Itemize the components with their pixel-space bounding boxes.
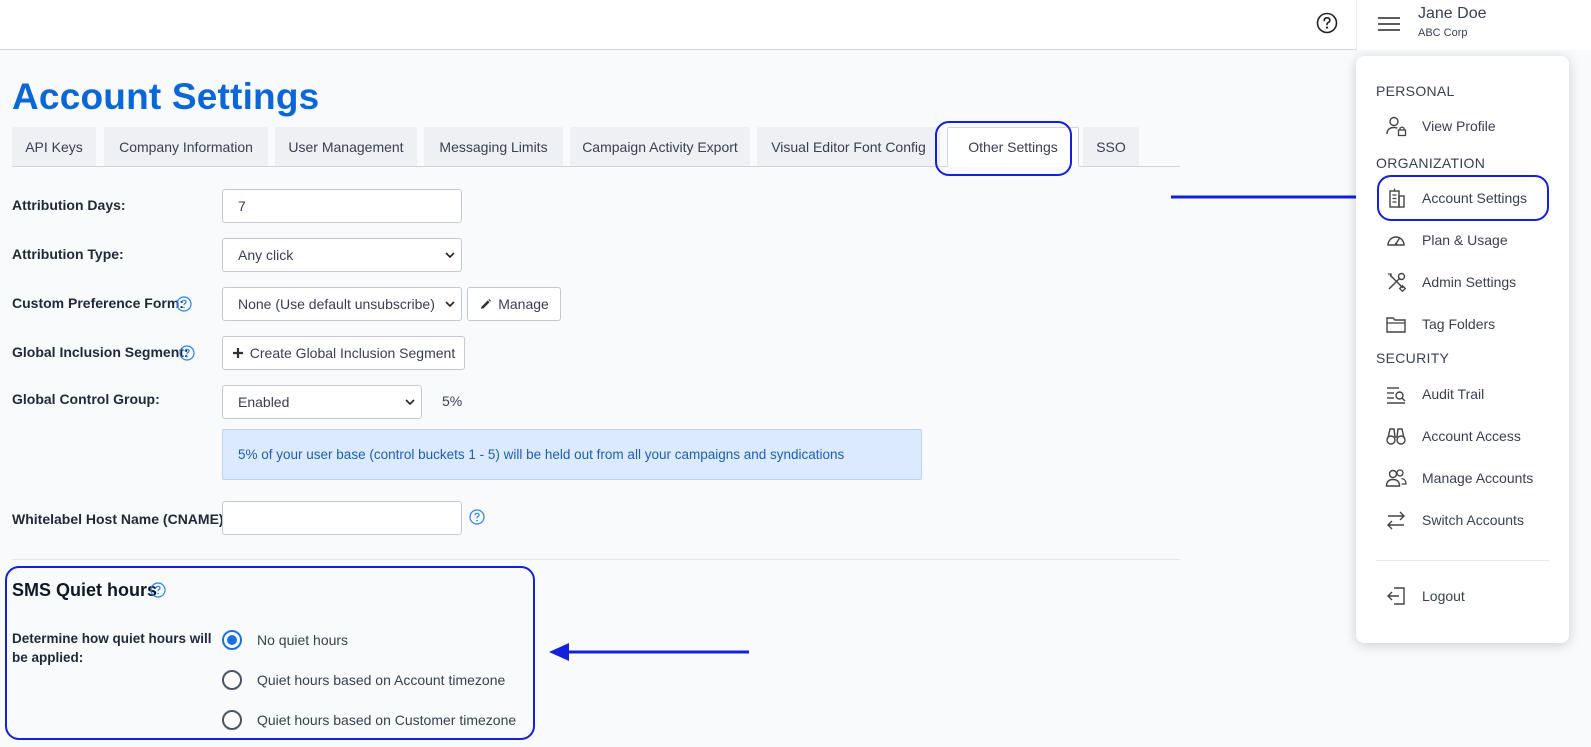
attribution-days-label: Attribution Days: bbox=[12, 197, 126, 213]
menu-item-label: Logout bbox=[1422, 588, 1465, 604]
attribution-type-select[interactable]: Any click bbox=[222, 238, 462, 272]
settings-tabs: API Keys Company Information User Manage… bbox=[12, 127, 1180, 167]
menu-item-label: Account Settings bbox=[1422, 190, 1528, 206]
global-control-group-label: Global Control Group: bbox=[12, 391, 160, 407]
binoculars-icon bbox=[1386, 428, 1406, 445]
page-title: Account Settings bbox=[12, 76, 320, 117]
menu-item-view-profile[interactable]: View Profile bbox=[1376, 110, 1551, 142]
tab-campaign-activity-export[interactable]: Campaign Activity Export bbox=[570, 127, 750, 166]
radio-unselected-icon bbox=[222, 710, 242, 730]
menu-item-logout[interactable]: Logout bbox=[1376, 580, 1551, 612]
top-bar: Jane Doe ABC Corp bbox=[0, 0, 1591, 50]
radio-label: Quiet hours based on Account timezone bbox=[257, 672, 506, 688]
menu-item-label: Plan & Usage bbox=[1422, 232, 1508, 248]
control-group-info-alert: 5% of your user base (control buckets 1 … bbox=[222, 429, 922, 480]
chevron-down-icon bbox=[405, 399, 415, 406]
menu-item-admin-settings[interactable]: Admin Settings bbox=[1376, 266, 1551, 298]
global-control-group-value: Enabled bbox=[238, 394, 290, 410]
info-icon[interactable] bbox=[469, 509, 485, 525]
global-control-group-select[interactable]: Enabled bbox=[222, 385, 422, 419]
custom-preference-form-value: None (Use default unsubscribe) bbox=[238, 296, 435, 312]
whitelabel-host-name-label: Whitelabel Host Name (CNAME): bbox=[12, 511, 229, 527]
tab-visual-editor-font-config[interactable]: Visual Editor Font Config bbox=[757, 127, 940, 166]
menu-item-tag-folders[interactable]: Tag Folders bbox=[1376, 308, 1551, 340]
menu-item-label: Admin Settings bbox=[1422, 274, 1517, 290]
info-icon[interactable] bbox=[179, 345, 195, 361]
gauge-icon bbox=[1387, 236, 1405, 246]
list-search-icon bbox=[1387, 387, 1406, 404]
info-icon[interactable] bbox=[176, 296, 192, 312]
menu-item-manage-accounts[interactable]: Manage Accounts bbox=[1376, 462, 1551, 494]
chevron-down-icon bbox=[445, 301, 455, 308]
menu-item-switch-accounts[interactable]: Switch Accounts bbox=[1376, 504, 1551, 536]
folder-icon bbox=[1386, 317, 1406, 333]
whitelabel-host-name-input[interactable] bbox=[222, 501, 462, 535]
tab-other-settings[interactable]: Other Settings bbox=[947, 127, 1079, 167]
menu-item-label: Account Access bbox=[1422, 428, 1521, 444]
attribution-type-label: Attribution Type: bbox=[12, 246, 124, 262]
attribution-type-value: Any click bbox=[238, 247, 294, 263]
tab-api-keys[interactable]: API Keys bbox=[12, 127, 96, 166]
plus-icon bbox=[232, 348, 243, 358]
menu-item-label: Manage Accounts bbox=[1422, 470, 1534, 486]
custom-preference-form-select[interactable]: None (Use default unsubscribe) bbox=[222, 287, 462, 321]
user-dropdown-menu: PERSONAL View Profile ORGANIZATION Accou… bbox=[1356, 56, 1569, 643]
menu-item-label: Switch Accounts bbox=[1422, 512, 1524, 528]
menu-item-label: View Profile bbox=[1422, 118, 1496, 134]
user-lock-icon bbox=[1386, 116, 1407, 137]
menu-item-account-settings[interactable]: Account Settings bbox=[1376, 182, 1551, 214]
create-segment-button-label: Create Global Inclusion Segment bbox=[249, 345, 456, 361]
radio-unselected-icon bbox=[222, 670, 242, 690]
help-icon[interactable] bbox=[1316, 12, 1338, 34]
tab-messaging-limits[interactable]: Messaging Limits bbox=[424, 127, 563, 166]
swap-arrows-icon bbox=[1387, 511, 1405, 530]
user-menu-toggle[interactable]: Jane Doe ABC Corp bbox=[1356, 0, 1591, 50]
users-icon bbox=[1385, 469, 1407, 487]
tab-company-information[interactable]: Company Information bbox=[104, 127, 268, 166]
radio-selected-icon bbox=[222, 630, 242, 650]
building-icon bbox=[1389, 188, 1405, 208]
menu-item-label: Audit Trail bbox=[1422, 386, 1485, 402]
radio-label: No quiet hours bbox=[257, 632, 349, 648]
menu-item-account-access[interactable]: Account Access bbox=[1376, 420, 1551, 452]
tab-sso[interactable]: SSO bbox=[1083, 127, 1139, 166]
right-arrow-annotation bbox=[1171, 188, 1376, 206]
control-group-percent: 5% bbox=[442, 393, 463, 409]
attribution-days-input[interactable]: 7 bbox=[222, 189, 462, 223]
left-arrow-annotation bbox=[549, 643, 749, 661]
radio-account-timezone[interactable]: Quiet hours based on Account timezone bbox=[222, 668, 505, 692]
quiet-hours-mode-label: Determine how quiet hours will be applie… bbox=[12, 631, 212, 665]
user-name: Jane Doe bbox=[1418, 5, 1487, 22]
section-personal: PERSONAL bbox=[1376, 83, 1455, 99]
radio-label: Quiet hours based on Customer timezone bbox=[257, 712, 517, 728]
custom-preference-form-label: Custom Preference Form: bbox=[12, 295, 184, 311]
create-global-inclusion-segment-button[interactable]: Create Global Inclusion Segment bbox=[222, 336, 465, 370]
section-divider bbox=[12, 559, 1180, 560]
manage-button-label: Manage bbox=[498, 296, 549, 312]
global-inclusion-segment-label: Global Inclusion Segment: bbox=[12, 344, 189, 360]
sms-quiet-hours-title: SMS Quiet hours bbox=[12, 580, 158, 600]
manage-button[interactable]: Manage bbox=[467, 287, 561, 321]
section-organization: ORGANIZATION bbox=[1376, 155, 1486, 171]
radio-customer-timezone[interactable]: Quiet hours based on Customer timezone bbox=[222, 708, 516, 732]
radio-no-quiet-hours[interactable]: No quiet hours bbox=[222, 628, 348, 652]
menu-item-plan-usage[interactable]: Plan & Usage bbox=[1376, 224, 1551, 256]
menu-divider bbox=[1376, 560, 1549, 561]
section-security: SECURITY bbox=[1376, 350, 1450, 366]
chevron-down-icon bbox=[445, 252, 455, 259]
menu-item-label: Tag Folders bbox=[1422, 316, 1496, 332]
tools-icon bbox=[1388, 272, 1407, 293]
hamburger-menu-icon bbox=[1377, 14, 1401, 34]
user-organization: ABC Corp bbox=[1418, 27, 1468, 39]
menu-item-audit-trail[interactable]: Audit Trail bbox=[1376, 378, 1551, 410]
pencil-icon bbox=[481, 298, 492, 309]
info-icon[interactable] bbox=[150, 582, 166, 598]
logout-icon bbox=[1387, 587, 1405, 605]
tab-user-management[interactable]: User Management bbox=[275, 127, 417, 166]
